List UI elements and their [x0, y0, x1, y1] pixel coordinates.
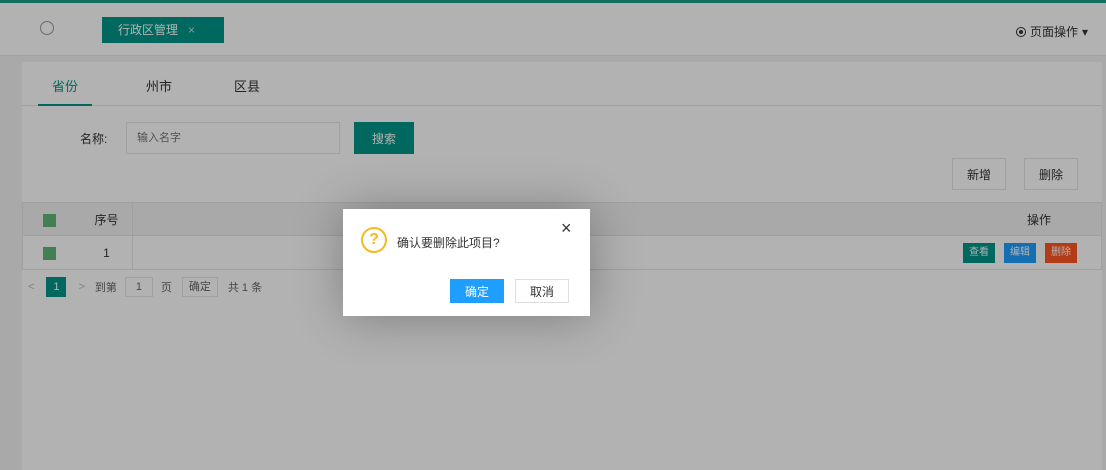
question-icon: ?	[361, 227, 387, 253]
confirm-button[interactable]: 确定	[450, 279, 504, 303]
close-icon[interactable]: ×	[561, 219, 572, 237]
confirm-dialog: ? 确认要删除此项目? × 确定 取消	[343, 209, 590, 316]
dialog-message: 确认要删除此项目?	[397, 236, 500, 250]
cancel-button[interactable]: 取消	[515, 279, 569, 303]
